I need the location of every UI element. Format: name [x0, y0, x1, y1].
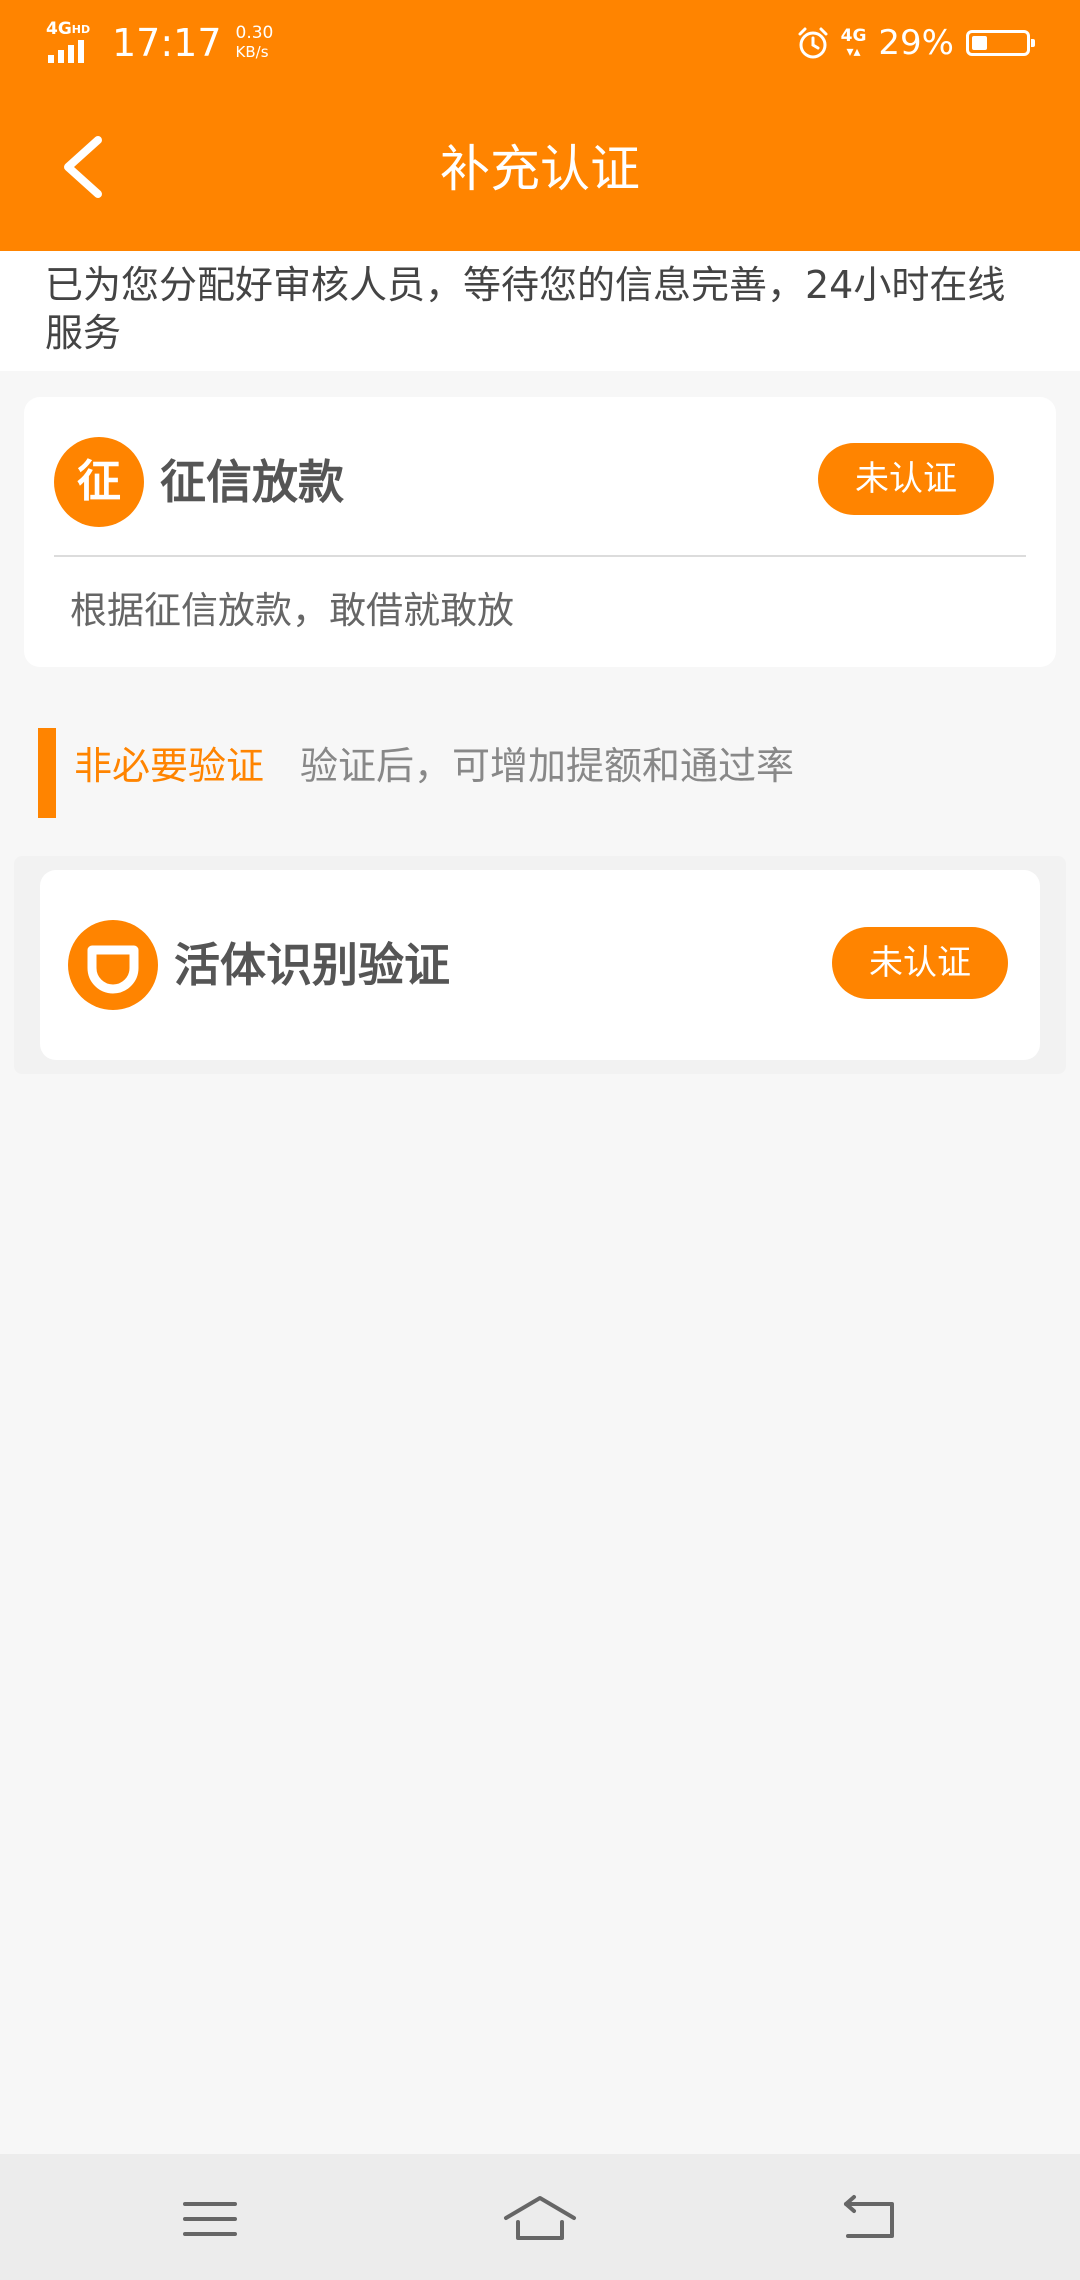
network-type-label: 4G	[46, 19, 72, 39]
face-scan-icon	[68, 920, 158, 1010]
card-divider	[54, 555, 1026, 557]
app-header: 4GHD 17:17 0.30 KB/s 4G ▾▴ 29% 补充认证	[0, 0, 1080, 251]
home-button[interactable]	[490, 2184, 590, 2254]
menu-icon	[183, 2202, 237, 2236]
credit-verify-button[interactable]: 未认证	[818, 443, 994, 515]
status-time: 17:17	[112, 21, 222, 65]
alarm-clock-icon	[798, 27, 828, 59]
credit-loan-card[interactable]: 征 征信放款 未认证 根据征信放款，敢借就敢放	[24, 397, 1056, 667]
credit-loan-description: 根据征信放款，敢借就敢放	[70, 589, 514, 632]
liveness-verification-card[interactable]: 活体识别验证 未认证	[40, 870, 1040, 1060]
liveness-verify-button[interactable]: 未认证	[832, 927, 1008, 999]
mobile-data-icon: 4G ▾▴	[840, 25, 867, 60]
optional-verification-title: 非必要验证	[74, 744, 265, 788]
battery-fill	[972, 36, 987, 50]
network-type-secondary: 4G	[840, 25, 867, 46]
optional-verification-description: 验证后，可增加提额和通过率	[300, 744, 795, 788]
cellular-signal-icon: 4GHD	[46, 21, 98, 65]
menu-button[interactable]	[160, 2184, 260, 2254]
battery-percent: 29%	[878, 23, 954, 63]
network-speed-value: 0.30	[235, 23, 274, 43]
network-hd-label: HD	[71, 23, 91, 36]
status-bar-right: 4G ▾▴ 29%	[795, 18, 1035, 68]
status-bar-left: 4GHD 17:17 0.30 KB/s	[46, 18, 273, 68]
status-bar: 4GHD 17:17 0.30 KB/s 4G ▾▴ 29%	[0, 0, 1080, 84]
notice-text: 已为您分配好审核人员，等待您的信息完善，24小时在线服务	[45, 263, 1006, 355]
system-navigation-bar	[0, 2154, 1080, 2280]
network-speed-unit: KB/s	[235, 43, 269, 61]
notice-banner: 已为您分配好审核人员，等待您的信息完善，24小时在线服务	[0, 251, 1080, 371]
network-speed: 0.30 KB/s	[236, 24, 274, 62]
liveness-verification-title: 活体识别验证	[174, 938, 450, 992]
home-icon	[504, 2196, 576, 2240]
page-title: 补充认证	[440, 140, 640, 198]
back-nav-button[interactable]	[820, 2184, 920, 2254]
return-arrow-icon	[844, 2195, 894, 2238]
credit-badge-icon: 征	[54, 437, 144, 527]
section-accent-bar	[38, 728, 56, 818]
optional-verification-header: 非必要验证 验证后，可增加提额和通过率	[38, 728, 1038, 818]
credit-loan-title: 征信放款	[160, 455, 344, 509]
battery-icon	[966, 30, 1035, 56]
